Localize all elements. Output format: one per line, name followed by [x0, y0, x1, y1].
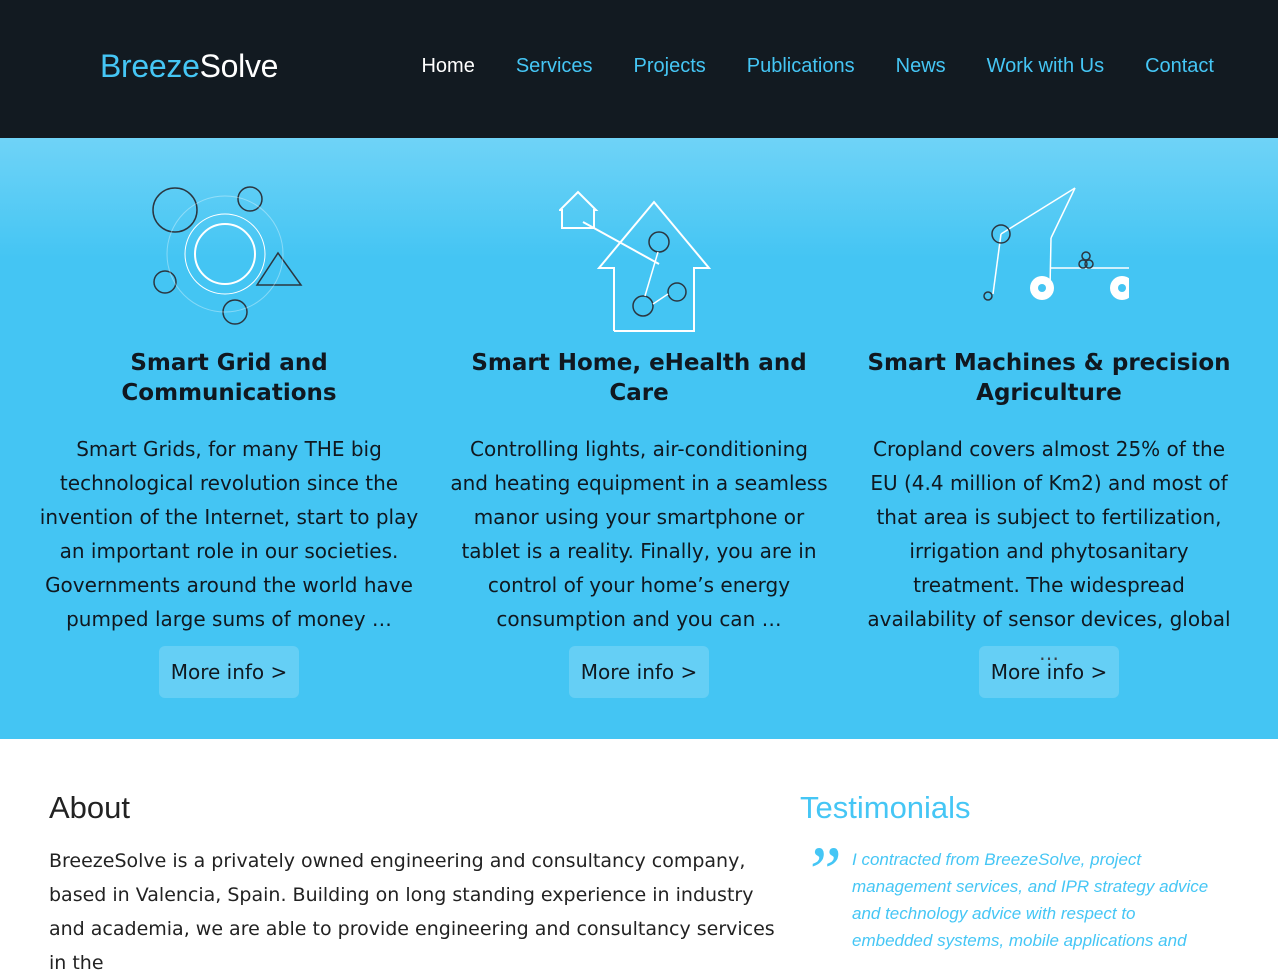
feature-title: Smart Home, eHealth and Care — [471, 350, 807, 406]
about-section: About BreezeSolve is a privately owned e… — [49, 790, 789, 980]
about-text: BreezeSolve is a privately owned enginee… — [49, 850, 775, 974]
feature-text: Smart Grids, for many THE big technologi… — [39, 437, 419, 631]
nav-publications[interactable]: Publications — [747, 55, 855, 78]
more-info-button[interactable]: More info > — [569, 646, 709, 698]
brand-logo-part1: Breeze — [100, 48, 200, 84]
main-nav: Home Services Projects Publications News… — [421, 55, 1214, 78]
testimonials-heading: Testimonials — [800, 790, 971, 825]
nav-home[interactable]: Home — [421, 55, 474, 78]
nav-projects[interactable]: Projects — [634, 55, 706, 78]
feature-title: Smart Grid and Communications — [121, 350, 337, 406]
features-section: Smart Grid and Communications Smart Grid… — [0, 138, 1278, 739]
testimonial-quote: I contracted from BreezeSolve, project m… — [852, 850, 1209, 950]
nav-news[interactable]: News — [896, 55, 946, 78]
site-header: BreezeSolve Home Services Projects Publi… — [0, 0, 1278, 138]
testimonials-section: Testimonials ” I contracted from BreezeS… — [800, 790, 1240, 950]
nav-work-with-us[interactable]: Work with Us — [987, 55, 1104, 78]
smart-grid-icon — [152, 186, 303, 325]
tractor-icon — [983, 187, 1129, 301]
more-info-button[interactable]: More info > — [159, 646, 299, 698]
nav-contact[interactable]: Contact — [1145, 55, 1214, 78]
quote-icon: ” — [802, 832, 843, 912]
feature-text: Controlling lights, air-conditioning and… — [450, 437, 828, 631]
feature-text: Cropland covers almost 25% of the EU (4.… — [867, 437, 1231, 665]
feature-title: Smart Machines & precision Agriculture — [867, 350, 1231, 406]
more-info-button[interactable]: More info > — [979, 646, 1119, 698]
about-heading: About — [49, 790, 131, 825]
nav-services[interactable]: Services — [516, 55, 593, 78]
brand-logo[interactable]: BreezeSolve — [100, 48, 278, 85]
brand-logo-part2: Solve — [199, 48, 279, 84]
smart-home-icon — [559, 190, 712, 332]
